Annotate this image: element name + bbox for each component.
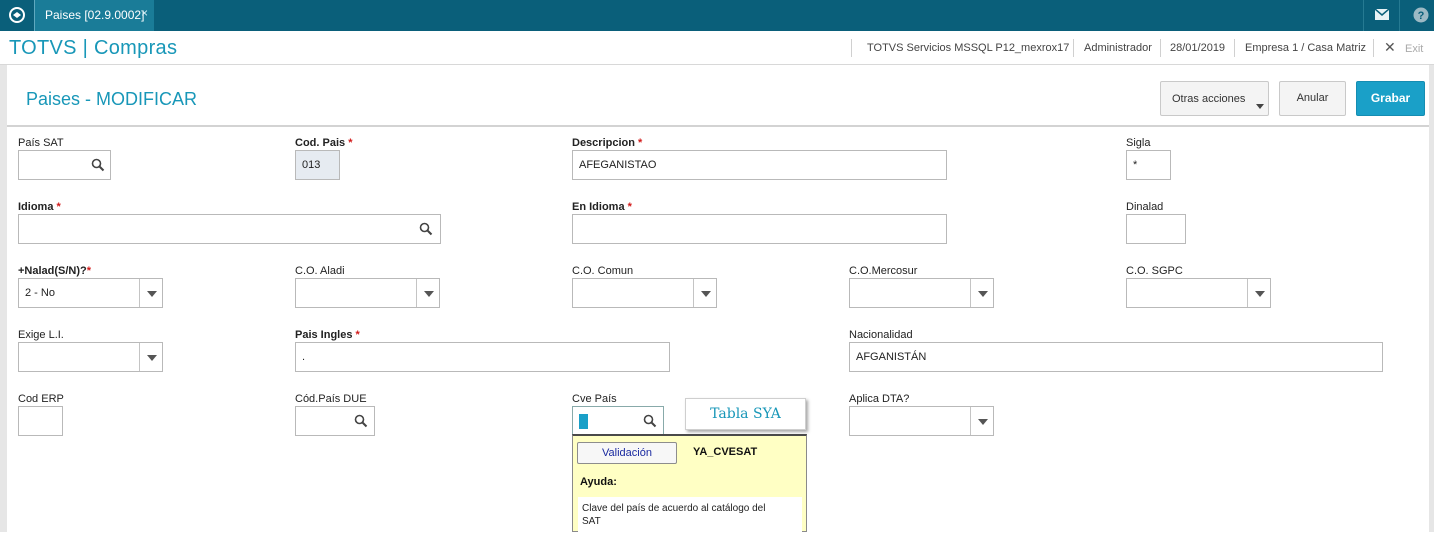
aplica-dta-label: Aplica DTA? [849,393,910,405]
chevron-down-icon [978,291,988,297]
en-idioma-label: En Idioma * [572,201,632,213]
cod-erp-input[interactable] [18,406,63,436]
header-divider [1160,39,1161,57]
co-mercosur-label: C.O.Mercosur [849,265,918,277]
totvs-logo-icon[interactable] [0,0,34,31]
co-comun-label: C.O. Comun [572,265,634,277]
nacionalidad-label: Nacionalidad [849,329,913,341]
text-cursor [579,414,588,429]
aplica-dta-select[interactable] [849,406,994,436]
tab-label: Paises [02.9.0002] [45,8,145,22]
header-divider [851,39,852,57]
user-name: Administrador [1084,42,1152,54]
chevron-down-icon [701,291,711,297]
otras-acciones-button[interactable]: Otras acciones [1160,81,1269,116]
svg-text:?: ? [1418,10,1425,22]
app-title: TOTVS | Compras [9,37,178,59]
server-info: TOTVS Servicios MSSQL P12_mexrox17 [867,42,1070,54]
right-gutter [1429,65,1434,532]
exit-label[interactable]: Exit [1405,43,1423,55]
nacionalidad-value: AFGANISTÁN [856,351,927,363]
required-mark: * [348,137,353,149]
nalad-select[interactable]: 2 - No [18,278,163,308]
search-icon [643,414,657,428]
pais-sat-label: País SAT [18,137,64,149]
cod-erp-label: Cod ERP [18,393,64,405]
pais-ingles-input[interactable]: . [295,342,670,372]
chevron-down-icon [1256,104,1264,109]
help-text-box: Clave del país de acuerdo al catálogo de… [578,497,802,534]
exige-li-label: Exige L.I. [18,329,64,341]
header-divider [1073,39,1074,57]
cve-pais-input[interactable] [572,406,664,436]
help-text: Clave del país de acuerdo al catálogo de… [582,503,766,527]
required-mark: * [56,201,61,213]
date: 28/01/2019 [1170,42,1226,54]
cod-pais-value: 013 [302,159,321,171]
top-bar: Paises [02.9.0002] × ? [0,0,1434,31]
nacionalidad-input[interactable]: AFGANISTÁN [849,342,1383,372]
idioma-label: Idioma * [18,201,61,213]
mail-icon[interactable] [1363,0,1399,31]
chevron-down-icon [1255,291,1265,297]
search-icon [354,414,368,428]
cod-pais-input: 013 [295,150,340,180]
chevron-down-icon [978,419,988,425]
required-mark: * [638,137,643,149]
field-code: YA_CVESAT [693,446,758,458]
toolbar: Paises - MODIFICAR Otras acciones Anular… [7,65,1429,127]
exit-icon[interactable]: ✕ [1384,39,1396,56]
descripcion-label: Descripcion * [572,137,643,149]
search-icon [419,222,433,236]
anular-button[interactable]: Anular [1279,81,1346,116]
header-divider [1373,39,1374,57]
exige-li-select[interactable] [18,342,163,372]
chevron-down-icon [147,355,157,361]
required-mark: * [86,265,92,277]
descripcion-value: AFEGANISTAO [579,159,657,171]
cod-pais-due-label: Cód.País DUE [295,393,367,405]
co-comun-select[interactable] [572,278,717,308]
validacion-button[interactable]: Validación [577,442,677,464]
pais-sat-input[interactable] [18,150,111,180]
page-title: Paises - MODIFICAR [26,89,198,109]
sigla-label: Sigla [1126,137,1151,149]
nalad-label: +Nalad(S/N)?* [18,265,92,277]
co-sgpc-label: C.O. SGPC [1126,265,1183,277]
company: Empresa 1 / Casa Matriz [1245,42,1367,54]
cve-pais-label: Cve País [572,393,617,405]
sigla-input[interactable]: * [1126,150,1171,180]
idioma-input[interactable] [18,214,441,244]
tab-paises[interactable]: Paises [02.9.0002] × [34,0,154,31]
dinalad-input[interactable] [1126,214,1186,244]
chevron-down-icon [424,291,434,297]
cod-pais-label: Cod. Pais * [295,137,353,149]
ayuda-label: Ayuda: [580,476,617,488]
app-header: TOTVS | Compras TOTVS Servicios MSSQL P1… [0,31,1434,65]
dinalad-label: Dinalad [1126,201,1164,213]
table-tooltip: Tabla SYA [685,398,806,430]
nalad-value: 2 - No [25,287,55,299]
tab-close-icon[interactable]: × [141,6,148,20]
chevron-down-icon [147,291,157,297]
co-aladi-label: C.O. Aladi [295,265,345,277]
cod-pais-due-input[interactable] [295,406,375,436]
field-help-panel: Validación YA_CVESAT Ayuda: Clave del pa… [572,434,807,534]
co-sgpc-select[interactable] [1126,278,1271,308]
required-mark: * [355,329,360,341]
header-divider [1234,39,1235,57]
co-aladi-select[interactable] [295,278,440,308]
grabar-button[interactable]: Grabar [1356,81,1425,116]
en-idioma-input[interactable] [572,214,947,244]
pais-ingles-value: . [302,351,306,363]
co-mercosur-select[interactable] [849,278,994,308]
left-gutter [0,65,7,532]
otras-acciones-label: Otras acciones [1172,93,1246,105]
required-mark: * [627,201,632,213]
pais-ingles-label: Pais Ingles * [295,329,360,341]
search-icon [91,158,105,172]
descripcion-input[interactable]: AFEGANISTAO [572,150,947,180]
help-icon[interactable]: ? [1399,0,1434,31]
sigla-value: * [1133,159,1138,171]
